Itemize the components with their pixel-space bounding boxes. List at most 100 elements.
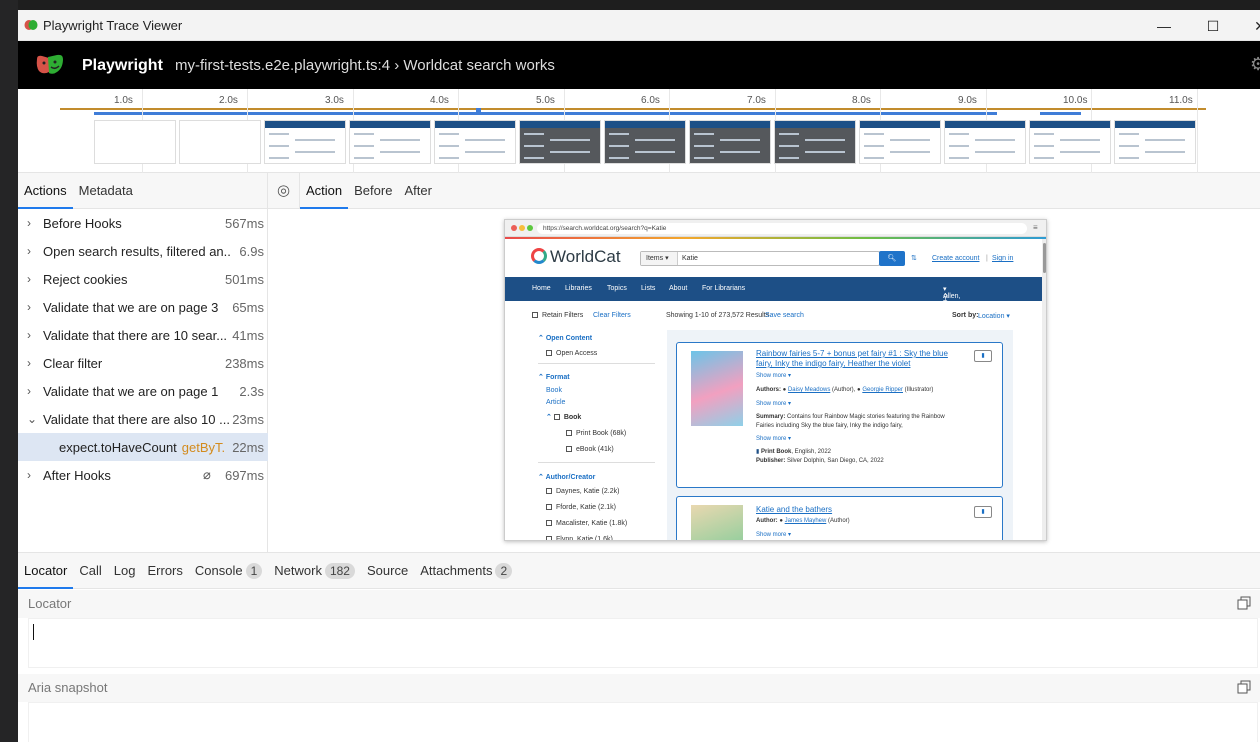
filmstrip-thumbnail[interactable] <box>264 120 346 164</box>
facet-book-group[interactable]: ⌃ Book <box>546 413 581 421</box>
author-checkbox[interactable] <box>546 504 552 510</box>
facet-author-item[interactable]: Daynes, Katie (2.2k) <box>546 488 619 495</box>
attachment-icon[interactable]: ⌀ <box>203 467 211 483</box>
tab-source[interactable]: Source <box>361 553 414 589</box>
facet-author-item[interactable]: Flynn, Katie (1.6k) <box>546 536 613 540</box>
chevron-right-icon[interactable]: › <box>27 328 37 342</box>
open-access-checkbox[interactable] <box>546 350 552 356</box>
chevron-right-icon[interactable]: › <box>27 356 37 370</box>
collapse-icon[interactable]: ⌃ <box>546 414 554 421</box>
nav-home[interactable]: Home <box>532 285 551 292</box>
author-checkbox[interactable] <box>546 536 552 540</box>
filmstrip-thumbnail[interactable] <box>944 120 1026 164</box>
facet-ebook[interactable]: eBook (41k) <box>566 446 614 453</box>
sort-select[interactable]: Location ▾ <box>978 312 1010 320</box>
action-row[interactable]: › Before Hooks 567ms <box>18 209 268 237</box>
chevron-right-icon[interactable]: › <box>27 272 37 286</box>
filmstrip-thumbnail[interactable] <box>519 120 601 164</box>
show-more-1[interactable]: Show more ▾ <box>756 372 791 379</box>
worldcat-search-box[interactable]: Items ▾ Katie <box>640 251 880 266</box>
page-snapshot[interactable]: https://search.worldcat.org/search?q=Kat… <box>504 219 1047 541</box>
filmstrip-thumbnail[interactable] <box>434 120 516 164</box>
facet-book-link[interactable]: Book <box>546 387 562 394</box>
filmstrip-thumbnail[interactable] <box>179 120 261 164</box>
tab-attachments[interactable]: Attachments 2 <box>414 553 518 589</box>
nav-for-librarians[interactable]: For Librarians <box>702 285 745 292</box>
result-card-1[interactable]: Rainbow fairies 5-7 + bonus pet fairy #1… <box>676 342 1003 488</box>
nav-topics[interactable]: Topics <box>607 285 627 292</box>
facet-author-item[interactable]: Fforde, Katie (2.1k) <box>546 504 616 511</box>
result-2-title[interactable]: Katie and the bathers <box>756 505 832 515</box>
save-bookmark-icon-2[interactable]: ▮ <box>974 506 992 518</box>
tab-log[interactable]: Log <box>108 553 142 589</box>
tab-metadata[interactable]: Metadata <box>73 173 139 209</box>
scrollbar-thumb[interactable] <box>1043 243 1046 273</box>
save-bookmark-icon[interactable]: ▮ <box>974 350 992 362</box>
facet-author[interactable]: ⌃ Author/Creator <box>538 473 595 481</box>
filmstrip-thumbnail[interactable] <box>1114 120 1196 164</box>
retain-filters-checkbox[interactable] <box>532 312 538 318</box>
minimize-button[interactable]: — <box>1152 16 1176 36</box>
search-query[interactable]: Katie <box>682 252 698 265</box>
chevron-right-icon[interactable]: › <box>27 468 37 482</box>
author-checkbox[interactable] <box>546 520 552 526</box>
action-row[interactable]: › Validate that we are on page 3 65ms <box>18 293 268 321</box>
chevron-right-icon[interactable]: › <box>27 384 37 398</box>
create-account-link[interactable]: Create account <box>932 255 979 262</box>
tab-errors[interactable]: Errors <box>141 553 188 589</box>
nav-libraries[interactable]: Libraries <box>565 285 592 292</box>
action-row[interactable]: › Clear filter 238ms <box>18 349 268 377</box>
facet-article-link[interactable]: Article <box>546 399 565 406</box>
ebook-checkbox[interactable] <box>566 446 572 452</box>
chevron-down-icon[interactable]: ⌄ <box>27 412 37 426</box>
search-icon[interactable]: 🔍︎ <box>879 251 905 266</box>
result-card-2[interactable]: Katie and the bathers ▮ Author: ● James … <box>676 496 1003 540</box>
action-row[interactable]: › Reject cookies 501ms <box>18 265 268 293</box>
copy-icon-2[interactable] <box>1237 680 1251 694</box>
nav-about[interactable]: About <box>669 285 687 292</box>
aria-snapshot-area[interactable] <box>28 702 1258 742</box>
tab-console[interactable]: Console 1 <box>189 553 268 589</box>
filmstrip-thumbnail[interactable] <box>349 120 431 164</box>
timeline[interactable]: 1.0s 2.0s 3.0s 4.0s 5.0s 6.0s 7.0s 8.0s 9.0s 10.0… <box>18 89 1260 173</box>
filmstrip-thumbnail[interactable] <box>94 120 176 164</box>
tab-action[interactable]: Action <box>300 173 349 209</box>
filmstrip-thumbnail[interactable] <box>859 120 941 164</box>
filmstrip-thumbnail[interactable] <box>774 120 856 164</box>
facet-open-content[interactable]: ⌃ Open Content <box>538 334 592 342</box>
action-row[interactable]: ⌄ Validate that there are also 10 ... 23ms <box>18 405 268 433</box>
chevron-right-icon[interactable]: › <box>27 244 37 258</box>
close-button[interactable]: ✕ <box>1248 16 1260 36</box>
action-row[interactable]: expect.toHaveCount getByT... 22ms <box>18 433 268 461</box>
show-more-3[interactable]: Show more ▾ <box>756 435 791 442</box>
show-more-2[interactable]: Show more ▾ <box>756 400 791 407</box>
locator-input[interactable] <box>28 618 1258 668</box>
tab-call[interactable]: Call <box>73 553 107 589</box>
gear-icon[interactable]: ⚙ <box>1250 54 1260 75</box>
author-daisy-link[interactable]: Daisy Meadows <box>788 387 830 393</box>
snapshot-scrollbar[interactable] <box>1042 239 1046 540</box>
facet-format[interactable]: ⌃ Format <box>538 373 570 381</box>
author-georgie-link[interactable]: Georgie Ripper <box>862 387 903 393</box>
tab-locator[interactable]: Locator <box>18 553 74 589</box>
search-scope-select[interactable]: Items ▾ <box>641 252 678 265</box>
advanced-search-icon[interactable]: ⇅ <box>911 254 917 262</box>
facet-author-item[interactable]: Macalister, Katie (1.8k) <box>546 520 627 527</box>
author-checkbox[interactable] <box>546 488 552 494</box>
filmstrip-thumbnail[interactable] <box>1029 120 1111 164</box>
filmstrip-thumbnail[interactable] <box>604 120 686 164</box>
chevron-right-icon[interactable]: › <box>27 300 37 314</box>
tab-before[interactable]: Before <box>348 173 398 209</box>
save-search-link[interactable]: Save search <box>765 312 804 319</box>
show-more-4[interactable]: Show more ▾ <box>756 531 791 538</box>
copy-icon[interactable] <box>1237 596 1251 610</box>
action-row[interactable]: › Validate that we are on page 1 2.3s <box>18 377 268 405</box>
action-row[interactable]: › Open search results, filtered an... 6.9s <box>18 237 268 265</box>
book-checkbox[interactable] <box>553 414 560 420</box>
tab-actions[interactable]: Actions <box>18 173 73 209</box>
sign-in-link[interactable]: Sign in <box>992 255 1013 262</box>
clear-filters-link[interactable]: Clear Filters <box>593 312 631 319</box>
action-row[interactable]: › Validate that there are 10 sear... 41ms <box>18 321 268 349</box>
print-book-checkbox[interactable] <box>566 430 572 436</box>
nav-lists[interactable]: Lists <box>641 285 655 292</box>
